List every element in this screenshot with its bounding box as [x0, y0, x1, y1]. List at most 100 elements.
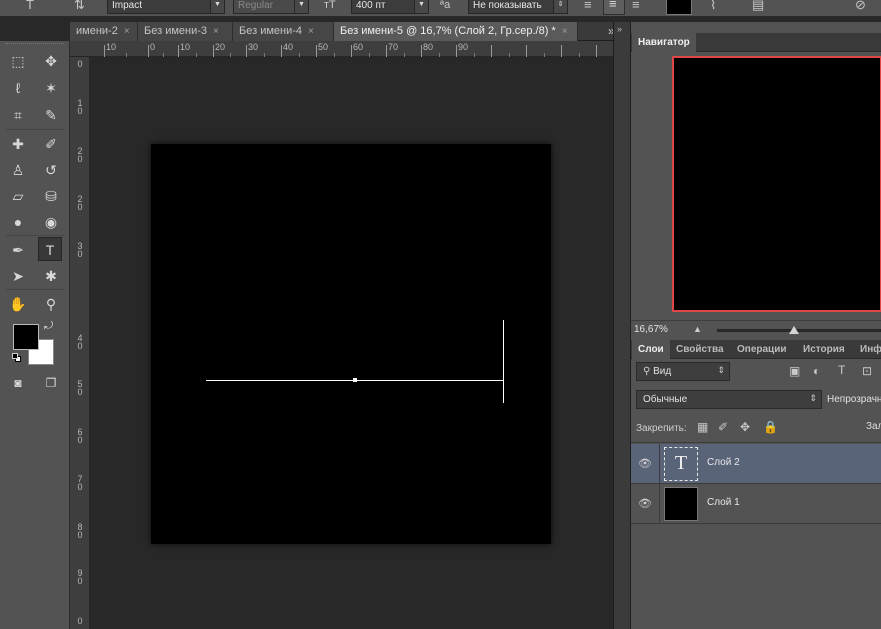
layers-panel-tabs: Слои Свойства Операции История Инф [631, 340, 881, 359]
layer-name: Слой 1 [707, 497, 740, 508]
hand-icon[interactable]: ✋ [6, 292, 30, 316]
blend-mode-select[interactable]: Обычные ⇕ [636, 390, 822, 409]
type-tool-icon[interactable]: T [38, 237, 62, 261]
paint-bucket-icon[interactable]: ⛁ [39, 184, 63, 208]
font-size-value: 400 пт [356, 0, 386, 11]
lock-image-icon[interactable]: ✐ [718, 420, 728, 434]
warp-text-icon[interactable]: ⌇ [710, 0, 716, 13]
zoom-icon[interactable]: ⚲ [39, 292, 63, 316]
font-family-select[interactable]: Impact ▼ [107, 0, 225, 14]
close-icon[interactable]: × [308, 26, 314, 37]
eyedropper-icon[interactable]: ✎ [39, 103, 63, 127]
close-icon[interactable]: × [124, 26, 130, 37]
ruler-tick-label: 60 [77, 427, 83, 445]
align-right-icon[interactable]: ≡ [632, 0, 640, 13]
layers-divider [631, 442, 881, 443]
zoom-slider-track[interactable] [717, 329, 881, 332]
ruler-tick-label: 20 [77, 194, 83, 212]
foreground-color-swatch[interactable] [13, 324, 39, 350]
tab-navigator[interactable]: Навигатор [632, 33, 696, 52]
custom-shape-icon[interactable]: ✱ [39, 264, 63, 288]
filter-adjustment-icon[interactable]: ◐ [813, 364, 820, 378]
tab-layers[interactable]: Слои [632, 340, 670, 359]
eye-icon[interactable]: 👁 [631, 444, 660, 484]
character-panel-icon[interactable]: ▤ [752, 0, 764, 13]
layer-name: Слой 2 [707, 457, 740, 468]
tab-label: имени-2 [76, 25, 118, 37]
tab-history[interactable]: История [797, 340, 851, 359]
lock-position-icon[interactable]: ✥ [740, 420, 750, 434]
lock-transparency-icon[interactable]: ▦ [697, 420, 708, 434]
lock-label: Закрепить: [636, 423, 687, 434]
tab-info[interactable]: Инф [854, 340, 881, 359]
align-center-button[interactable]: ≡ [603, 0, 625, 15]
tab-properties[interactable]: Свойства [670, 340, 730, 359]
screen-mode-icon[interactable]: ❐ [39, 371, 63, 395]
panel-dock-splitter[interactable]: » [613, 22, 631, 629]
path-select-icon[interactable]: ➤ [6, 264, 30, 288]
healing-brush-icon[interactable]: ✚ [6, 132, 30, 156]
document-canvas[interactable] [151, 144, 551, 544]
layer-row[interactable]: 👁 T Слой 2 [631, 444, 881, 484]
blend-mode-value: Обычные [643, 394, 688, 405]
toolbox-divider [6, 129, 64, 130]
zoom-out-icon[interactable]: ▲ [693, 324, 702, 334]
options-bar: T ⇅ Impact ▼ Regular ▼ тT 400 пт ▼ ªa Не… [0, 0, 881, 17]
tab-label: Без имени-3 [144, 25, 208, 37]
lock-all-icon[interactable]: 🔒 [763, 420, 778, 434]
pen-icon[interactable]: ✒ [6, 238, 30, 262]
tab-document-2[interactable]: имени-2 × [70, 22, 138, 41]
zoom-slider-handle[interactable] [789, 326, 799, 334]
type-tool-preset-icon[interactable]: T [26, 0, 34, 13]
dodge-icon[interactable]: ◉ [39, 210, 63, 234]
brush-icon[interactable]: ✐ [39, 132, 63, 156]
font-size-select[interactable]: 400 пт ▼ [351, 0, 429, 14]
cancel-icon[interactable]: ⊘ [855, 0, 866, 13]
chevron-updown-icon: ⇕ [809, 393, 817, 403]
lasso-icon[interactable]: ℓ [6, 76, 30, 100]
ruler-tick-label: 50 [77, 379, 83, 397]
layer-filter-select[interactable]: ⚲ Вид ⇕ [636, 362, 730, 381]
align-left-icon[interactable]: ≡ [584, 0, 592, 13]
tab-document-4[interactable]: Без имени-4 × [233, 22, 334, 41]
default-colors-icon[interactable] [12, 353, 21, 362]
font-style-select[interactable]: Regular ▼ [233, 0, 309, 14]
toolbox-grip[interactable] [6, 43, 64, 47]
navigator-preview[interactable] [672, 56, 881, 312]
history-brush-icon[interactable]: ↺ [39, 158, 63, 182]
crop-icon[interactable]: ⌗ [6, 103, 30, 127]
ruler-tick-label: 70 [77, 474, 83, 492]
close-icon[interactable]: × [562, 26, 568, 37]
antialias-select[interactable]: Не показывать ⇕ [468, 0, 568, 14]
ruler-tick-label: 0 [77, 616, 83, 626]
filter-type-icon[interactable]: T [838, 363, 845, 377]
text-orientation-icon[interactable]: ⇅ [74, 0, 85, 13]
tab-document-5[interactable]: Без имени-5 @ 16,7% (Слой 2, Гр.сер./8) … [334, 22, 578, 41]
antialias-icon: ªa [440, 0, 451, 11]
layer-row[interactable]: 👁 Слой 1 [631, 484, 881, 524]
blur-icon[interactable]: ● [6, 210, 30, 234]
filter-pixel-icon[interactable]: ▣ [789, 364, 800, 378]
text-layer-thumb-icon: T [664, 447, 698, 481]
text-cursor-guides [206, 320, 504, 403]
document-tab-bar: имени-2 × Без имени-3 × Без имени-4 × Без и… [70, 22, 623, 41]
tab-document-3[interactable]: Без имени-3 × [138, 22, 233, 41]
eye-icon[interactable]: 👁 [631, 484, 660, 524]
swap-colors-icon[interactable]: ⤾ [44, 320, 53, 333]
navigator-zoom-value[interactable]: 16,67% [634, 324, 668, 335]
close-icon[interactable]: × [213, 26, 219, 37]
clone-stamp-icon[interactable]: ♙ [6, 158, 30, 182]
eraser-icon[interactable]: ▱ [6, 184, 30, 208]
rect-marquee-icon[interactable]: ⬚ [6, 49, 30, 73]
chevron-updown-icon: ⇕ [717, 365, 725, 375]
collapse-panels-icon[interactable]: » [617, 24, 622, 34]
move-icon[interactable]: ✥ [39, 49, 63, 73]
chevron-down-icon: ▼ [414, 0, 428, 13]
tab-label: Без имени-5 @ 16,7% (Слой 2, Гр.сер./8) … [340, 25, 556, 37]
quick-mask-icon[interactable]: ◙ [6, 371, 30, 395]
text-color-swatch[interactable] [666, 0, 692, 15]
tab-actions[interactable]: Операции [731, 340, 793, 359]
magic-wand-icon[interactable]: ✶ [39, 76, 63, 100]
filter-shape-icon[interactable]: ⊡ [862, 364, 872, 378]
layer-filter-value: Вид [653, 366, 672, 377]
